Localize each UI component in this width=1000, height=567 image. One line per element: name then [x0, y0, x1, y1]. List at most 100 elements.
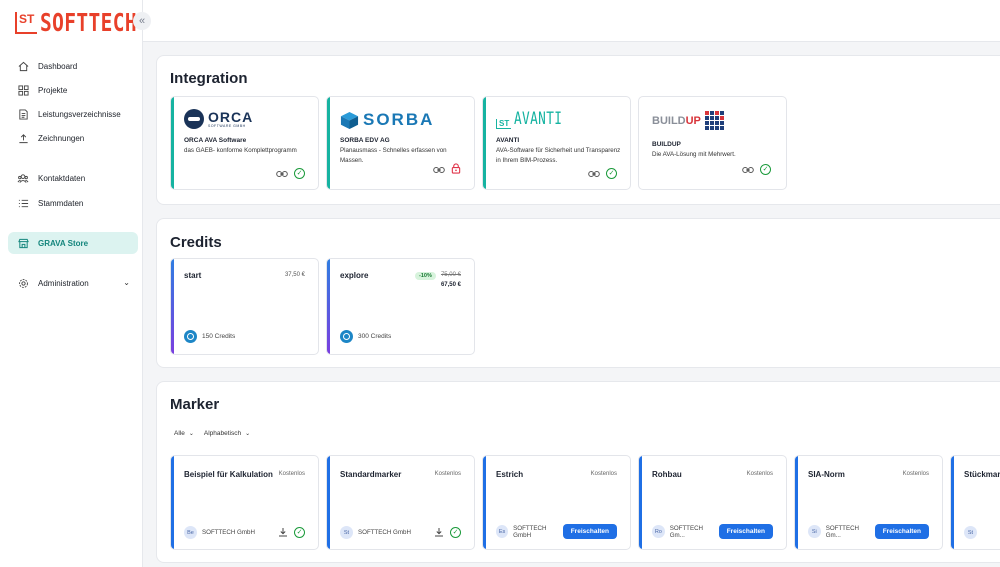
link-icon[interactable] [742, 166, 754, 174]
credit-amount: 300 Credits [340, 330, 391, 343]
card-accent [639, 456, 642, 549]
owner-name: SOFTTECH GmbH [202, 529, 255, 536]
integration-description: Die AVA-Lösung mit Mehrwert. [652, 151, 736, 158]
integration-card-buildup[interactable]: BUILD UP BUILDUP Die AVA-Lösung mit Mehr… [638, 96, 787, 190]
collapse-sidebar-button[interactable]: « [133, 12, 151, 30]
filter-category-dropdown[interactable]: Alle ⌄ [174, 430, 194, 437]
sidebar-item-administration[interactable]: Administration ⌄ [8, 272, 138, 294]
logo-text: SOFTTECH [40, 8, 138, 37]
card-accent [483, 456, 486, 549]
download-icon[interactable] [278, 527, 288, 539]
orca-logo-text: ORCA [208, 109, 254, 125]
list-icon [17, 197, 29, 209]
marker-card[interactable]: Stückmar St [950, 455, 1000, 550]
users-icon [17, 172, 29, 184]
owner-avatar: Be [184, 526, 197, 539]
marker-section: Marker Alle ⌄ Alphabetisch ⌄ Beispiel für … [156, 381, 1000, 563]
sidebar-item-zeichnungen[interactable]: Zeichnungen [8, 127, 138, 149]
upload-icon [17, 132, 29, 144]
sidebar-item-label: Leistungsverzeichnisse [38, 109, 121, 119]
integration-card-sorba[interactable]: SORBA SORBA EDV AG Planausmass - Schnell… [326, 96, 475, 190]
marker-title: Estrich [496, 470, 524, 479]
sidebar-item-label: Zeichnungen [38, 133, 85, 143]
marker-card[interactable]: Estrich Kostenlos Es SOFTTECH GmbH Freis… [482, 455, 631, 550]
check-circle-icon: ✓ [606, 168, 617, 179]
card-accent [327, 97, 330, 189]
credit-card-start[interactable]: start 37,50 € 150 Credits [170, 258, 319, 355]
credit-old-price: 75,00 € [440, 272, 461, 278]
sidebar-item-label: GRAVA Store [38, 238, 89, 248]
check-circle-icon: ✓ [760, 164, 771, 175]
gear-icon [17, 277, 29, 289]
discount-badge: -10% [415, 272, 436, 280]
download-icon[interactable] [434, 527, 444, 539]
sidebar-item-projekte[interactable]: Projekte [8, 79, 138, 101]
sidebar-item-grava-store[interactable]: GRAVA Store [8, 232, 138, 254]
owner-avatar: St [964, 526, 977, 539]
marker-price: Kostenlos [278, 471, 305, 477]
sidebar-item-leistungsverzeichnisse[interactable]: Leistungsverzeichnisse [8, 103, 138, 125]
avanti-logo-mark: ST [496, 119, 512, 129]
coin-icon [184, 330, 197, 343]
marker-footer: St SOFTTECH GmbH ✓ [340, 526, 461, 539]
marker-actions: ✓ [434, 527, 461, 539]
sidebar-item-stammdaten[interactable]: Stammdaten [8, 192, 138, 214]
sidebar-item-dashboard[interactable]: Dashboard [8, 55, 138, 77]
owner-name: SOFTTECH GmbH [513, 524, 547, 539]
marker-title: SIA-Norm [808, 470, 845, 479]
home-icon [17, 60, 29, 72]
buildup-grid-icon [704, 111, 724, 130]
link-icon[interactable] [276, 170, 288, 178]
credit-price: 37,50 € [284, 272, 305, 278]
marker-footer: Be SOFTTECH GmbH ✓ [184, 526, 305, 539]
section-title-credits: Credits [170, 234, 222, 251]
marker-card[interactable]: Beispiel für Kalkulation Kostenlos Be SO… [170, 455, 319, 550]
link-icon[interactable] [588, 170, 600, 178]
marker-footer: Si SOFTTECH Gm... Freischalten [808, 524, 929, 539]
orca-logo: ORCA SOFTWARE GMBH [184, 109, 253, 129]
owner-avatar: Ro [652, 525, 665, 538]
unlock-button[interactable]: Freischalten [874, 524, 929, 539]
marker-price: Kostenlos [590, 471, 617, 477]
coin-icon [340, 330, 353, 343]
unlock-button[interactable]: Freischalten [718, 524, 773, 539]
chevron-down-icon: ⌄ [245, 431, 251, 437]
sidebar: ST SOFTTECH Dashboard Projekte Leistungs… [0, 0, 143, 567]
section-title-marker: Marker [170, 396, 220, 413]
credit-price: 67,50 € [440, 282, 461, 288]
credit-package-name: explore [340, 271, 369, 280]
marker-card[interactable]: Rohbau Kostenlos Ro SOFTTECH Gm... Freis… [638, 455, 787, 550]
section-title-integration: Integration [170, 70, 248, 87]
integration-card-avanti[interactable]: ST AVANTI AVANTI AVA-Software für Sicher… [482, 96, 631, 190]
sidebar-item-label: Kontaktdaten [38, 173, 86, 183]
card-accent [171, 97, 174, 189]
integration-card-orca[interactable]: ORCA SOFTWARE GMBH ORCA AVA Software das… [170, 96, 319, 190]
marker-footer: St [964, 526, 997, 539]
buildup-logo-text-b: UP [685, 114, 701, 127]
owner-name: SOFTTECH Gm... [825, 524, 860, 539]
credit-card-explore[interactable]: explore -10% 75,00 € 67,50 € 300 Credits [326, 258, 475, 355]
owner-avatar: St [340, 526, 353, 539]
integration-name: BUILDUP [652, 141, 681, 148]
sidebar-item-label: Projekte [38, 85, 68, 95]
card-accent [171, 456, 174, 549]
marker-card[interactable]: SIA-Norm Kostenlos Si SOFTTECH Gm... Fre… [794, 455, 943, 550]
owner-name: SOFTTECH Gm... [669, 524, 704, 539]
sidebar-item-kontaktdaten[interactable]: Kontaktdaten [8, 167, 138, 189]
marker-card[interactable]: Standardmarker Kostenlos St SOFTTECH Gmb… [326, 455, 475, 550]
marker-footer: Ro SOFTTECH Gm... Freischalten [652, 524, 773, 539]
link-icon[interactable] [433, 166, 445, 174]
filter-category-value: Alle [174, 430, 185, 437]
sort-dropdown[interactable]: Alphabetisch ⌄ [204, 430, 250, 437]
integration-name: SORBA EDV AG [340, 137, 390, 144]
unlock-button[interactable]: Freischalten [562, 524, 617, 539]
sort-value: Alphabetisch [203, 430, 242, 437]
sorba-logo-text: SORBA [363, 110, 435, 129]
sorba-cube-icon [340, 111, 359, 129]
check-circle-icon: ✓ [294, 527, 305, 538]
integration-description: AVA-Software für Sicherheit und Transpar… [496, 147, 621, 164]
card-actions: ✓ [276, 168, 305, 179]
integration-name: ORCA AVA Software [184, 137, 247, 144]
marker-title: Rohbau [652, 470, 682, 479]
grid-icon [17, 84, 29, 96]
